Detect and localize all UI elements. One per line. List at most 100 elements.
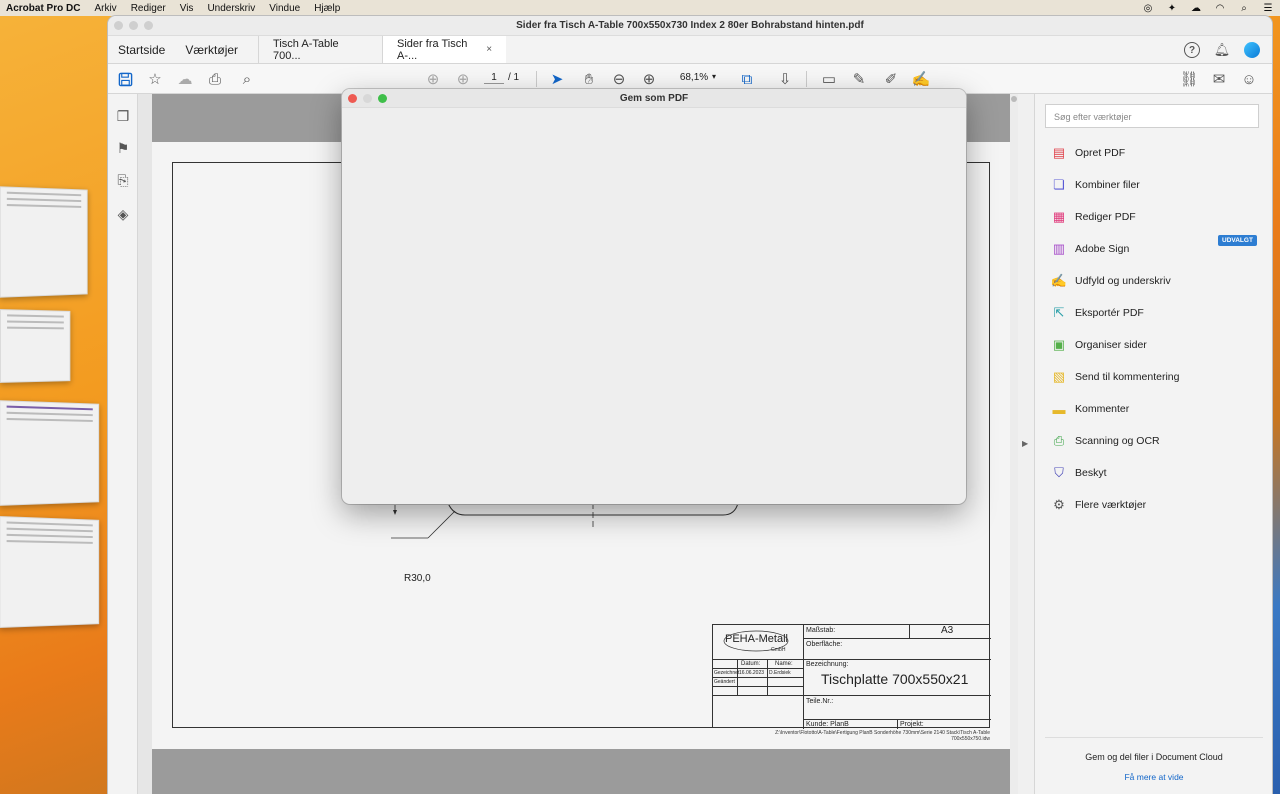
next-page-icon[interactable]: ⊕ xyxy=(454,70,472,88)
geaendert-label: Geändert xyxy=(714,679,735,685)
highlight-pen-icon[interactable]: ✎ xyxy=(850,70,868,88)
user-avatar[interactable] xyxy=(1244,42,1260,58)
tools-panel: ▶ Søg efter værktøjer ▤ Opret PDF ❏ Komb… xyxy=(1034,94,1272,794)
combine-files-icon: ❏ xyxy=(1051,177,1067,193)
fill-sign-tool-icon[interactable]: ✍ xyxy=(912,70,930,88)
layers-icon[interactable]: ◈ xyxy=(115,206,131,222)
titleblock-divider xyxy=(713,668,803,669)
notifications-bell-icon[interactable]: 🔔︎ xyxy=(1214,42,1230,58)
extension-icon[interactable]: ✦ xyxy=(1166,3,1178,14)
tool-scanning-ocr[interactable]: ⎙ Scanning og OCR xyxy=(1051,431,1160,451)
menubar-app-name[interactable]: Acrobat Pro DC xyxy=(6,3,80,14)
zoom-level-field[interactable]: 68,1% xyxy=(674,72,714,83)
tool-beskyt[interactable]: ⛉ Beskyt xyxy=(1051,463,1107,483)
titleblock-divider xyxy=(713,695,803,696)
adobe-sign-icon: ▥ xyxy=(1051,241,1067,257)
control-center-icon[interactable]: ☰ xyxy=(1262,3,1274,14)
menubar-status-icons: ◎ ✦ ☁ ◠ ⌕ ☰ xyxy=(1142,0,1274,16)
stage-thumbnail-2[interactable] xyxy=(0,309,70,383)
bookmarks-icon[interactable]: ⚑ xyxy=(115,140,131,156)
zoom-out-icon[interactable]: ⊖ xyxy=(610,70,628,88)
tab-home[interactable]: Startside xyxy=(108,36,175,63)
tool-label: Kombiner filer xyxy=(1075,179,1140,191)
save-icon[interactable] xyxy=(116,70,134,88)
kunde-label: Kunde: PlanB xyxy=(806,721,849,728)
titleblock-divider xyxy=(767,659,768,695)
fit-page-icon[interactable]: ⧉ xyxy=(738,70,756,88)
add-person-icon[interactable]: ☺ xyxy=(1240,70,1258,88)
titleblock-divider xyxy=(803,659,991,660)
wifi-icon[interactable]: ◠ xyxy=(1214,3,1226,14)
attachments-paperclip-icon[interactable]: ⎘ xyxy=(115,172,131,188)
thumbnail-line xyxy=(7,192,81,197)
tool-kommenter[interactable]: ▬ Kommenter xyxy=(1051,399,1129,419)
bezeichnung-value: Tischplatte 700x550x21 xyxy=(821,671,968,687)
draw-tool-icon[interactable]: ✐ xyxy=(882,70,900,88)
scrollbar-thumb[interactable] xyxy=(1011,96,1017,102)
logo-swoosh xyxy=(723,629,793,653)
file-path-note: Z:\Inventor\Flototto\A-Table\Fertigung P… xyxy=(632,730,990,742)
tab-close-button[interactable]: × xyxy=(486,44,492,55)
save-as-pdf-dialog[interactable]: Gem som PDF xyxy=(342,89,966,504)
stage-thumbnail-1[interactable] xyxy=(0,186,88,297)
datum-label: Datum: xyxy=(741,661,760,667)
tool-opret-pdf[interactable]: ▤ Opret PDF xyxy=(1051,143,1125,163)
stage-thumbnail-3[interactable] xyxy=(0,400,99,506)
titleblock-divider xyxy=(897,719,898,729)
share-link-icon[interactable]: ⛓ xyxy=(1180,70,1198,88)
select-cursor-icon[interactable]: ➤ xyxy=(548,70,566,88)
menu-hjaelp[interactable]: Hjælp xyxy=(314,3,340,14)
drawing-title-block: PEHA-Metall GmbH Maßstab: A3 Oberfläche:… xyxy=(712,624,990,728)
toolbar-divider xyxy=(806,71,807,87)
tab-document-2[interactable]: Sider fra Tisch A-... × xyxy=(382,36,506,63)
titleblock-divider xyxy=(713,677,803,678)
collapse-right-panel-icon[interactable]: ▶ xyxy=(1022,439,1028,448)
help-icon[interactable]: ? xyxy=(1184,42,1200,58)
menu-vis[interactable]: Vis xyxy=(180,3,194,14)
menu-vindue[interactable]: Vindue xyxy=(269,3,300,14)
stage-thumbnail-4[interactable] xyxy=(0,516,99,628)
menu-rediger[interactable]: Rediger xyxy=(131,3,166,14)
bookmark-star-icon[interactable]: ☆ xyxy=(146,70,164,88)
page-total: / 1 xyxy=(508,72,519,83)
tool-organiser-sider[interactable]: ▣ Organiser sider xyxy=(1051,335,1147,355)
tab-document-1[interactable]: Tisch A-Table 700... xyxy=(258,36,382,63)
titleblock-divider xyxy=(713,686,803,687)
tab-document-1-label: Tisch A-Table 700... xyxy=(273,38,368,62)
email-icon[interactable]: ✉ xyxy=(1210,70,1228,88)
vertical-scrollbar[interactable] xyxy=(1010,94,1018,794)
tool-label: Rediger PDF xyxy=(1075,211,1136,223)
page-thumbnails-icon[interactable]: ❐ xyxy=(115,108,131,124)
gezeichnet-date: 16.06.2023 xyxy=(739,670,764,676)
search-zoom-icon[interactable]: ⌕ xyxy=(238,70,256,88)
thumbnail-line xyxy=(7,320,64,323)
spotlight-search-icon[interactable]: ⌕ xyxy=(1238,3,1250,14)
hand-tool-icon[interactable]: ✋︎ xyxy=(580,70,598,88)
page-number-input[interactable]: 1 xyxy=(484,72,504,84)
gezeichnet-name: D.Erdsiek xyxy=(769,670,791,676)
tool-rediger-pdf[interactable]: ▦ Rediger PDF xyxy=(1051,207,1136,227)
cloud-icon[interactable]: ☁ xyxy=(1190,3,1202,14)
print-icon[interactable]: ⎙ xyxy=(206,70,224,88)
learn-more-link[interactable]: Få mere at vide xyxy=(1035,772,1272,782)
thumbnail-line xyxy=(7,204,81,208)
tool-eksporter-pdf[interactable]: ⇱ Eksportér PDF xyxy=(1051,303,1144,323)
tool-kombiner-filer[interactable]: ❏ Kombiner filer xyxy=(1051,175,1140,195)
scroll-mode-icon[interactable]: ⇩ xyxy=(776,70,794,88)
tool-adobe-sign[interactable]: ▥ Adobe Sign xyxy=(1051,239,1129,259)
comment-tool-icon[interactable]: ▭ xyxy=(820,70,838,88)
creative-cloud-icon[interactable]: ◎ xyxy=(1142,3,1154,14)
upload-cloud-icon[interactable]: ☁ xyxy=(176,70,194,88)
titleblock-divider xyxy=(803,625,804,729)
previous-page-icon[interactable]: ⊕ xyxy=(424,70,442,88)
tab-tools[interactable]: Værktøjer xyxy=(175,36,258,63)
tool-flere-vaerktoejer[interactable]: ⚙ Flere værktøjer xyxy=(1051,495,1146,515)
menu-underskriv[interactable]: Underskriv xyxy=(207,3,255,14)
tools-search-input[interactable]: Søg efter værktøjer xyxy=(1045,104,1259,128)
zoom-in-icon[interactable]: ⊕ xyxy=(640,70,658,88)
menu-arkiv[interactable]: Arkiv xyxy=(94,3,116,14)
tool-udfyld-underskriv[interactable]: ✍ Udfyld og underskriv xyxy=(1051,271,1171,291)
zoom-dropdown-caret-icon[interactable]: ▾ xyxy=(712,72,716,81)
tool-send-til-kommentering[interactable]: ▧ Send til kommentering xyxy=(1051,367,1179,387)
comment-icon: ▬ xyxy=(1051,401,1067,417)
